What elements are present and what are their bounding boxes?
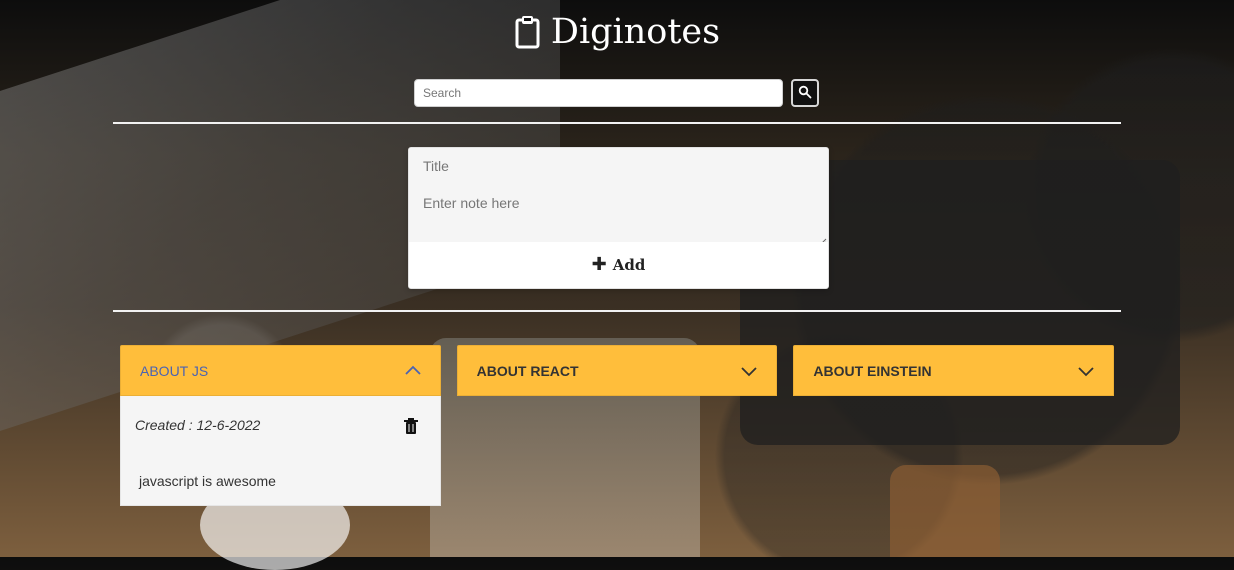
plus-icon: ✚ [591,254,607,275]
title-input[interactable] [409,148,828,184]
chevron-up-icon [404,362,422,380]
resize-handle-icon[interactable] [818,232,827,247]
note-card: ABOUT REACT [456,345,778,396]
notes-list: ABOUT JS Created : 12-6-2022 javascript … [120,345,1115,506]
note-textarea[interactable] [409,187,828,242]
search-icon [798,85,812,102]
app-title: Diginotes [550,12,721,52]
bottom-divider [113,310,1121,312]
add-note-button[interactable]: ✚ Add [409,242,828,288]
note-accordion-header[interactable]: ABOUT EINSTEIN [793,345,1115,396]
clipboard-icon [514,15,541,49]
note-body: javascript is awesome [139,473,276,489]
search-button[interactable] [791,79,819,107]
app-title-group: Diginotes [514,12,720,52]
note-title: ABOUT JS [140,362,209,379]
search-input[interactable] [414,79,783,107]
note-card: ABOUT JS Created : 12-6-2022 javascript … [120,345,441,506]
note-title: ABOUT EINSTEIN [813,362,932,379]
note-accordion-header[interactable]: ABOUT JS [120,345,441,396]
top-divider [113,122,1121,124]
search-bar [414,79,819,107]
note-title: ABOUT REACT [476,362,579,379]
note-card: ABOUT EINSTEIN [793,345,1115,396]
note-composer: ✚ Add [408,147,829,289]
note-details: Created : 12-6-2022 javascript is awesom… [120,396,441,506]
app-header: Diginotes [0,12,1234,58]
chevron-down-icon [740,362,758,380]
note-accordion-header[interactable]: ABOUT REACT [456,345,778,396]
add-note-label: Add [612,256,646,274]
chevron-down-icon [1077,362,1095,380]
trash-icon[interactable] [403,418,418,435]
created-date: Created : 12-6-2022 [135,417,261,433]
